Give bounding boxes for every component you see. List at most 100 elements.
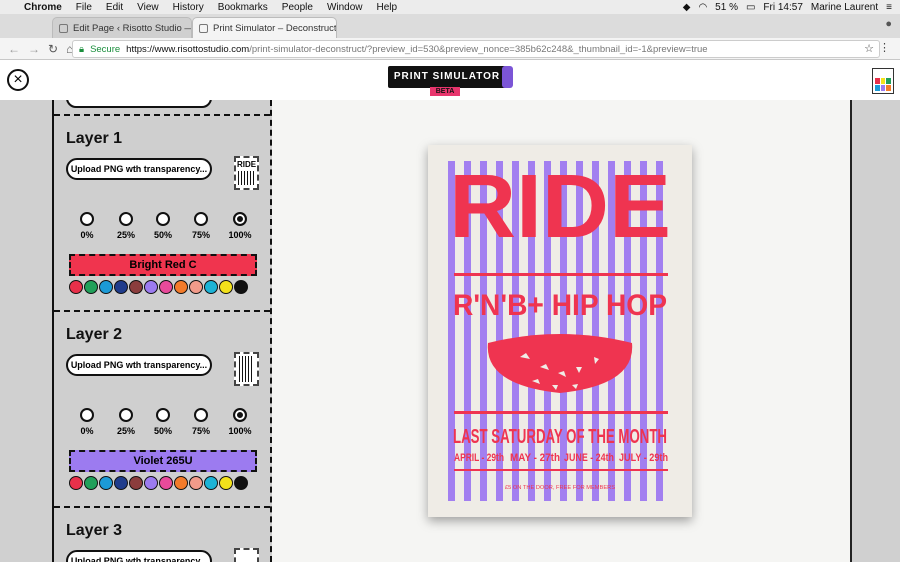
left-margin <box>0 100 52 562</box>
swatch-navy[interactable] <box>114 476 128 490</box>
tab-bar: Edit Page ‹ Risotto Studio — V × Print S… <box>0 14 900 38</box>
swatch-salmon[interactable] <box>189 280 203 294</box>
menu-edit[interactable]: Edit <box>106 2 123 13</box>
wifi-icon[interactable]: ◠ <box>698 2 707 13</box>
poster-date: APRIL - 29th <box>454 452 504 464</box>
swatch-yellow[interactable] <box>219 280 233 294</box>
radio-button[interactable] <box>80 408 94 422</box>
forward-icon[interactable]: → <box>28 42 40 56</box>
upload-png-button[interactable]: Upload PNG wth transparency... <box>66 354 212 376</box>
bookmark-star-icon[interactable]: ☆ <box>864 42 874 55</box>
opacity-option[interactable]: 75% <box>186 212 216 240</box>
upload-png-button[interactable]: Upload PNG wth transparency... <box>66 550 212 562</box>
radio-button[interactable] <box>156 408 170 422</box>
opacity-label: 0% <box>80 426 94 436</box>
secure-label: Secure <box>90 43 121 55</box>
color-swatch-icon[interactable] <box>872 68 894 94</box>
swatch-pink[interactable] <box>159 476 173 490</box>
tab-edit-page[interactable]: Edit Page ‹ Risotto Studio — V × <box>52 17 192 38</box>
menu-window[interactable]: Window <box>327 2 363 13</box>
color-palette <box>69 476 248 490</box>
swatch-yellow[interactable] <box>219 476 233 490</box>
layer-separator <box>54 506 270 508</box>
swatch-green[interactable] <box>84 476 98 490</box>
layer-thumbnail[interactable] <box>234 352 259 386</box>
layer-thumbnail[interactable] <box>234 548 259 562</box>
menu-help[interactable]: Help <box>377 2 398 13</box>
opacity-option[interactable]: 25% <box>111 212 141 240</box>
radio-button[interactable] <box>194 408 208 422</box>
opacity-label: 25% <box>116 230 135 240</box>
clock-text[interactable]: Fri 14:57 <box>763 2 802 13</box>
poster-headline: LAST SATURDAY OF THE MONTH <box>453 426 667 448</box>
menu-view[interactable]: View <box>137 2 159 13</box>
opacity-option-selected[interactable]: 100% <box>225 212 255 240</box>
radio-button[interactable] <box>80 212 94 226</box>
opacity-label: 100% <box>228 230 252 240</box>
address-bar[interactable]: 🔒︎ Secure https://www.risottostudio.com … <box>72 40 880 58</box>
radio-button-selected[interactable] <box>233 212 247 226</box>
profile-icon[interactable]: ● <box>885 18 892 30</box>
print-simulator-logo: PRINT SIMULATOR BETA <box>388 66 514 96</box>
radio-button[interactable] <box>119 408 133 422</box>
battery-icon[interactable]: ▭ <box>746 2 755 13</box>
layer-title: Layer 1 <box>66 130 123 147</box>
swatch-green[interactable] <box>84 280 98 294</box>
swatch-violet[interactable] <box>144 476 158 490</box>
swatch-blue[interactable] <box>99 280 113 294</box>
opacity-option[interactable]: 75% <box>186 408 216 436</box>
opacity-option[interactable]: 0% <box>72 408 102 436</box>
swatch-black[interactable] <box>234 476 248 490</box>
back-icon[interactable]: ← <box>8 42 20 56</box>
swatch-navy[interactable] <box>114 280 128 294</box>
swatch-blue[interactable] <box>99 476 113 490</box>
battery-text[interactable]: 51 % <box>715 2 738 13</box>
menu-dots-icon[interactable]: ⋮ <box>879 41 890 54</box>
radio-button[interactable] <box>156 212 170 226</box>
poster-artwork: RIDE R'N'B+ HIP HOP LAST SATURDAY OF THE… <box>448 157 671 501</box>
menu-history[interactable]: History <box>173 2 204 13</box>
menu-file[interactable]: File <box>76 2 92 13</box>
layers-sidebar[interactable]: Layer 1 Upload PNG wth transparency... R… <box>52 100 272 562</box>
swatch-red[interactable] <box>69 280 83 294</box>
layer-thumbnail[interactable]: RIDE <box>234 156 259 190</box>
ink-color-bar[interactable]: Violet 265U <box>69 450 257 472</box>
ink-color-bar[interactable]: Bright Red C <box>69 254 257 276</box>
upload-button-partial[interactable] <box>66 100 212 108</box>
swatch-pink[interactable] <box>159 280 173 294</box>
opacity-option-selected[interactable]: 100% <box>225 408 255 436</box>
menu-bookmarks[interactable]: Bookmarks <box>218 2 268 13</box>
swatch-violet[interactable] <box>144 280 158 294</box>
dropbox-icon[interactable]: ◆ <box>683 2 691 13</box>
swatch-black[interactable] <box>234 280 248 294</box>
swatch-salmon[interactable] <box>189 476 203 490</box>
tab-favicon <box>199 23 208 33</box>
opacity-option[interactable]: 0% <box>72 212 102 240</box>
reload-icon[interactable]: ↻ <box>48 42 58 56</box>
poster-preview: RIDE R'N'B+ HIP HOP LAST SATURDAY OF THE… <box>428 145 692 517</box>
swatch-brown[interactable] <box>129 280 143 294</box>
menu-bar: Chrome File Edit View History Bookmarks … <box>0 0 900 14</box>
upload-png-button[interactable]: Upload PNG wth transparency... <box>66 158 212 180</box>
close-icon[interactable]: × <box>7 69 29 91</box>
menu-people[interactable]: People <box>282 2 313 13</box>
swatch-brown[interactable] <box>129 476 143 490</box>
swatch-orange[interactable] <box>174 476 188 490</box>
radio-button[interactable] <box>194 212 208 226</box>
swatch-cyan[interactable] <box>204 280 218 294</box>
radio-button-selected[interactable] <box>233 408 247 422</box>
opacity-label: 50% <box>153 230 172 240</box>
opacity-option[interactable]: 25% <box>111 408 141 436</box>
list-icon[interactable]: ≡ <box>886 2 892 13</box>
logo-roll <box>502 66 513 88</box>
swatch-orange[interactable] <box>174 280 188 294</box>
user-name[interactable]: Marine Laurent <box>811 2 878 13</box>
right-margin <box>850 100 900 562</box>
opacity-option[interactable]: 50% <box>148 212 178 240</box>
menu-app-name[interactable]: Chrome <box>24 2 62 13</box>
opacity-option[interactable]: 50% <box>148 408 178 436</box>
radio-button[interactable] <box>119 212 133 226</box>
swatch-red[interactable] <box>69 476 83 490</box>
swatch-cyan[interactable] <box>204 476 218 490</box>
tab-print-simulator[interactable]: Print Simulator – Deconstruct × <box>192 17 337 38</box>
